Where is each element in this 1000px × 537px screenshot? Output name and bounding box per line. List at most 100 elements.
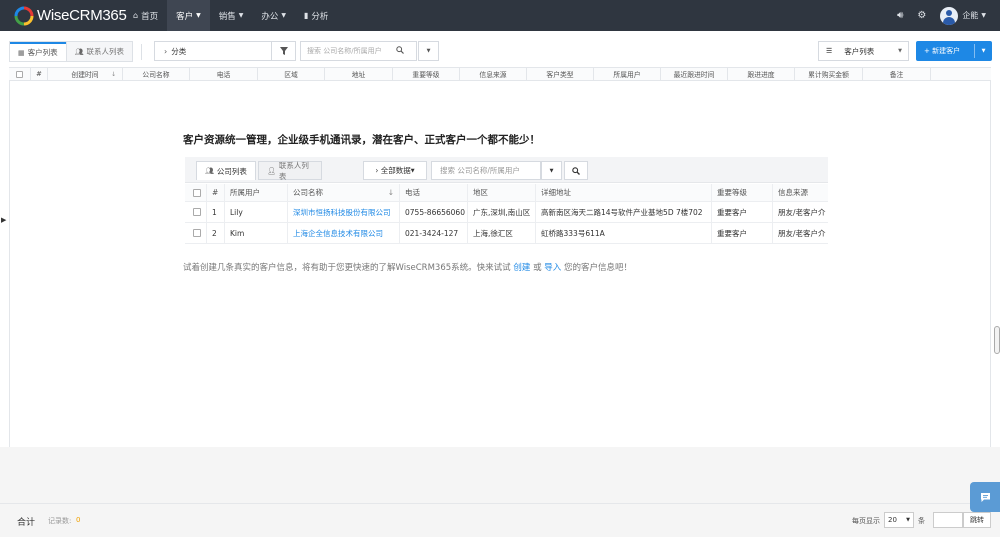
users-icon: 👥︎ [205,167,214,175]
nav-office[interactable]: 办公 ▼ [252,0,295,31]
import-link[interactable]: 导入 [544,263,561,273]
preview-tab-company-label: 公司列表 [216,166,247,176]
preview-dropdown: ▼ [541,161,562,180]
create-link[interactable]: 创建 [513,263,530,273]
per-page-select[interactable]: 20 ▼ [884,512,914,528]
sidebar-toggle-icon[interactable]: ▶ [1,216,6,224]
logo[interactable]: WiseCRM365 [14,0,127,31]
volume-icon[interactable]: 🔊︎ [897,10,903,21]
preview-filter-label: 全部数据 [380,166,411,175]
preview-cell: 上海,徐汇区 [468,223,536,243]
col-owner[interactable]: 所属用户 [594,68,661,80]
preview-tab-contacts: 👤︎ 联系人列表 [258,161,322,181]
record-count-value: 0 [76,516,81,524]
chevron-down-icon: ▼ [281,12,287,19]
nav-analysis-label: 分析 [311,11,329,22]
col-phone[interactable]: 电话 [190,68,258,80]
tab-customer-list[interactable]: ▦ 客户列表 [10,42,66,61]
toolbar-divider [141,44,142,60]
users-icon: 👥︎ [74,47,84,56]
preview-cell: 重要客户 [712,223,773,243]
scrollbar-handle[interactable] [994,326,1000,354]
col-progress[interactable]: 跟进进度 [728,68,795,80]
message-float-button[interactable] [970,482,1000,512]
home-icon: ⌂ [133,11,139,20]
chevron-down-icon: ▼ [906,517,910,523]
col-index: # [31,68,48,80]
total-label: 合计 [17,518,36,528]
view-select[interactable]: ☰ 客户列表 ▼ [818,41,909,61]
search-dropdown-button[interactable]: ▼ [418,41,439,61]
nav-analysis[interactable]: ▮ 分析 [295,0,337,31]
preview-cell: 重要客户 [712,202,773,222]
preview-header-row: # 所属用户 公司名称 ↓ 电话 地区 详细地址 重要等级 信息来源 [185,184,828,202]
chevron-down-icon: ▼ [898,48,902,54]
col-customer-type[interactable]: 客户类型 [527,68,594,80]
col-remark[interactable]: 备注 [863,68,931,80]
preview-filter-button: › 全部数据 ▼ [363,161,427,180]
empty-state-headline: 客户资源统一管理，企业级手机通讯录，潜在客户、正式客户一个都不能少！ [183,134,540,146]
footer-area: 合计 记录数: 0 每页显示 20 ▼ 条 跳转 [0,447,1000,537]
nav-right-group: 🔊︎ ⚙ 企能 ▼ [897,0,1000,31]
caret-down-icon: ▼ [410,167,415,174]
col-created-time[interactable]: 创建时间 ↓ [48,68,123,80]
empty-state-helper: 试着创建几条真实的客户信息，将有助于您更快速的了解WiseCRM365系统。快来… [183,261,632,273]
preview-col: 详细地址 [536,184,712,201]
bar-chart-icon: ▮ [304,11,309,20]
search-input[interactable] [301,43,396,59]
caret-down-icon[interactable]: ▼ [975,48,992,54]
avatar[interactable] [940,6,959,25]
per-page-unit: 条 [918,517,925,525]
chat-icon [980,492,990,502]
nav-customers[interactable]: 客户 ▼ [167,0,210,31]
chevron-down-icon[interactable]: ▼ [981,12,986,19]
jump-page-input[interactable] [933,512,963,528]
filter-icon[interactable] [271,42,295,60]
new-customer-button[interactable]: + 新建客户 ▼ [916,41,992,61]
col-importance[interactable]: 重要等级 [393,68,460,80]
view-select-value: 客户列表 [844,46,875,56]
tab-contact-list[interactable]: 👥︎ 联系人列表 [65,42,133,61]
per-page-label: 每页显示 [852,517,880,525]
sort-down-icon: ↓ [387,188,394,197]
preview-col: 所属用户 [225,184,288,201]
select-all-checkbox[interactable] [16,70,23,78]
nav-sales[interactable]: 销售 ▼ [210,0,253,31]
preview-cell: 021-3424-127 [400,223,468,243]
category-selector[interactable]: › 分类 [154,41,296,61]
user-name[interactable]: 企能 [962,10,978,21]
preview-table: # 所属用户 公司名称 ↓ 电话 地区 详细地址 重要等级 信息来源 1 Lil… [185,184,828,244]
col-company[interactable]: 公司名称 [123,68,190,80]
category-label: 分类 [171,46,187,56]
nav-home[interactable]: ⌂ 首页 [124,0,167,31]
preview-cell: 朋友/老客户介 [778,228,826,238]
logo-text: WiseCRM365 [37,7,127,24]
preview-cell: 2 [207,223,225,243]
col-source[interactable]: 信息来源 [460,68,527,80]
preview-cell: Lily [225,202,288,222]
per-page-value: 20 [888,516,897,524]
search-icon[interactable] [396,46,404,56]
preview-col: 重要等级 [712,184,773,201]
col-purchase-total[interactable]: 累计购买金额 [795,68,863,80]
helper-prefix: 试着创建几条真实的客户信息，将有助于您更快速的了解WiseCRM365系统。快来… [183,263,511,273]
checkbox [193,188,201,197]
list-tabs: ▦ 客户列表 👥︎ 联系人列表 [9,41,134,62]
preview-row: 2 Kim 上海企全信息技术有限公司 021-3424-127 上海,徐汇区 虹… [185,223,828,244]
col-address[interactable]: 地址 [325,68,393,80]
caret-down-icon: ▼ [426,48,431,54]
preview-col: 地区 [468,184,536,201]
pagination-bar: 合计 记录数: 0 每页显示 20 ▼ 条 跳转 [0,503,1000,537]
nav-office-label: 办公 [261,11,279,22]
gear-icon[interactable]: ⚙ [917,10,926,21]
col-last-followup[interactable]: 最近跟进时间 [661,68,728,80]
col-region[interactable]: 区域 [258,68,325,80]
preview-search-button [564,161,588,180]
preview-row: 1 Lily 深圳市恒扬科技股份有限公司 0755-86656060 广东,深圳… [185,202,828,223]
tab-customer-list-label: 客户列表 [27,48,58,57]
caret-down-icon: ▼ [549,167,554,174]
logo-mark-icon [14,6,34,26]
preview-cell: 1 [207,202,225,222]
preview-toolbar: 👥︎ 公司列表 👤︎ 联系人列表 › 全部数据 ▼ 搜索 公司名称/所属用户 ▼ [185,157,828,183]
jump-button[interactable]: 跳转 [963,512,991,528]
